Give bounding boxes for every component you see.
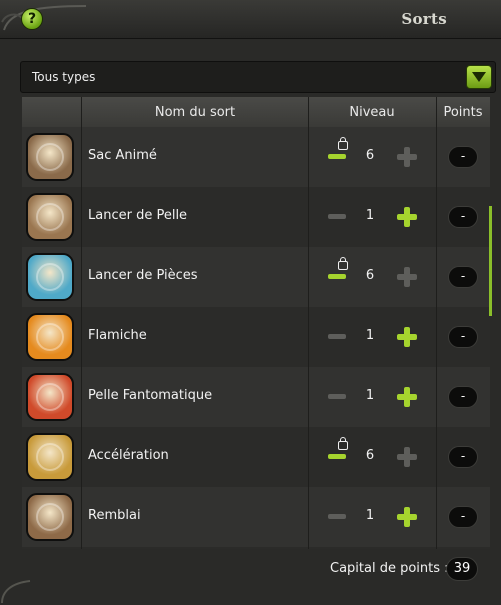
spell-row[interactable]: Sac Animé 6 -: [22, 127, 490, 187]
capital-points-value: 39: [446, 557, 478, 581]
decrease-level-button[interactable]: [328, 454, 346, 459]
spells-window: ? Sorts Tous types Nom du sort Niveau Po…: [0, 0, 501, 605]
title-bar[interactable]: ? Sorts: [0, 0, 501, 39]
increase-level-button[interactable]: [396, 206, 418, 228]
corner-ornament-icon: [1, 580, 31, 604]
spell-name: Lancer de Pelle: [88, 208, 188, 223]
decrease-level-button[interactable]: [328, 214, 346, 219]
scrollbar[interactable]: [489, 206, 492, 316]
spell-level: 1: [365, 388, 375, 403]
flame-spiral-icon[interactable]: [26, 313, 74, 361]
spell-points-badge: -: [448, 146, 478, 168]
column-header-name[interactable]: Nom du sort: [82, 105, 308, 120]
spell-name: Pelle Fantomatique: [88, 388, 213, 403]
help-button[interactable]: ?: [21, 8, 43, 30]
embankment-icon[interactable]: [26, 493, 74, 541]
spell-points-badge: -: [448, 326, 478, 348]
column-header-points[interactable]: Points: [436, 105, 490, 120]
spells-table: Nom du sort Niveau Points Sac Animé 6- Lan…: [22, 97, 490, 549]
spell-row[interactable]: Flamiche 1 -: [22, 307, 490, 367]
spell-name: Sac Animé: [88, 148, 157, 163]
spell-row[interactable]: Remblai 1 -: [22, 487, 490, 547]
lock-icon: [338, 437, 348, 450]
spell-points-badge: -: [448, 206, 478, 228]
animated-bag-icon[interactable]: [26, 133, 74, 181]
spell-points-badge: -: [448, 506, 478, 528]
increase-level-button[interactable]: [396, 326, 418, 348]
spell-row[interactable]: Pelle Fantomatique 1 -: [22, 367, 490, 427]
decrease-level-button[interactable]: [328, 514, 346, 519]
window-title: Sorts: [401, 10, 447, 28]
increase-level-button[interactable]: [396, 386, 418, 408]
spell-level: 6: [365, 148, 375, 163]
spell-points-badge: -: [448, 266, 478, 288]
decrease-level-button[interactable]: [328, 154, 346, 159]
chevron-down-icon[interactable]: [466, 65, 492, 89]
dropdown-selected-value: Tous types: [32, 70, 96, 84]
spell-row[interactable]: Accélération 6 -: [22, 427, 490, 487]
spell-name: Lancer de Pièces: [88, 268, 198, 283]
column-header-level[interactable]: Niveau: [308, 105, 436, 120]
spell-name: Accélération: [88, 448, 169, 463]
table-header: Nom du sort Niveau Points: [22, 97, 490, 128]
spell-level: 1: [365, 328, 375, 343]
ghost-shovel-icon[interactable]: [26, 373, 74, 421]
shovel-throw-icon[interactable]: [26, 193, 74, 241]
spell-points-badge: -: [448, 386, 478, 408]
spell-row[interactable]: Lancer de Pièces 6 -: [22, 247, 490, 307]
capital-points-label: Capital de points :: [330, 561, 449, 576]
spell-type-dropdown[interactable]: Tous types: [20, 61, 496, 93]
increase-level-button[interactable]: [396, 446, 418, 468]
acceleration-icon[interactable]: [26, 433, 74, 481]
increase-level-button[interactable]: [396, 146, 418, 168]
spell-level: 6: [365, 448, 375, 463]
increase-level-button[interactable]: [396, 506, 418, 528]
spell-row[interactable]: Lancer de Pelle 1 -: [22, 187, 490, 247]
lock-icon: [338, 257, 348, 270]
spell-name: Remblai: [88, 508, 141, 523]
spell-points-badge: -: [448, 446, 478, 468]
spell-level: 6: [365, 268, 375, 283]
decrease-level-button[interactable]: [328, 394, 346, 399]
spell-level: 1: [365, 208, 375, 223]
coin-throw-icon[interactable]: [26, 253, 74, 301]
spell-level: 1: [365, 508, 375, 523]
increase-level-button[interactable]: [396, 266, 418, 288]
lock-icon: [338, 137, 348, 150]
decrease-level-button[interactable]: [328, 274, 346, 279]
spell-name: Flamiche: [88, 328, 147, 343]
decrease-level-button[interactable]: [328, 334, 346, 339]
ornament-icon: [1, 5, 87, 31]
